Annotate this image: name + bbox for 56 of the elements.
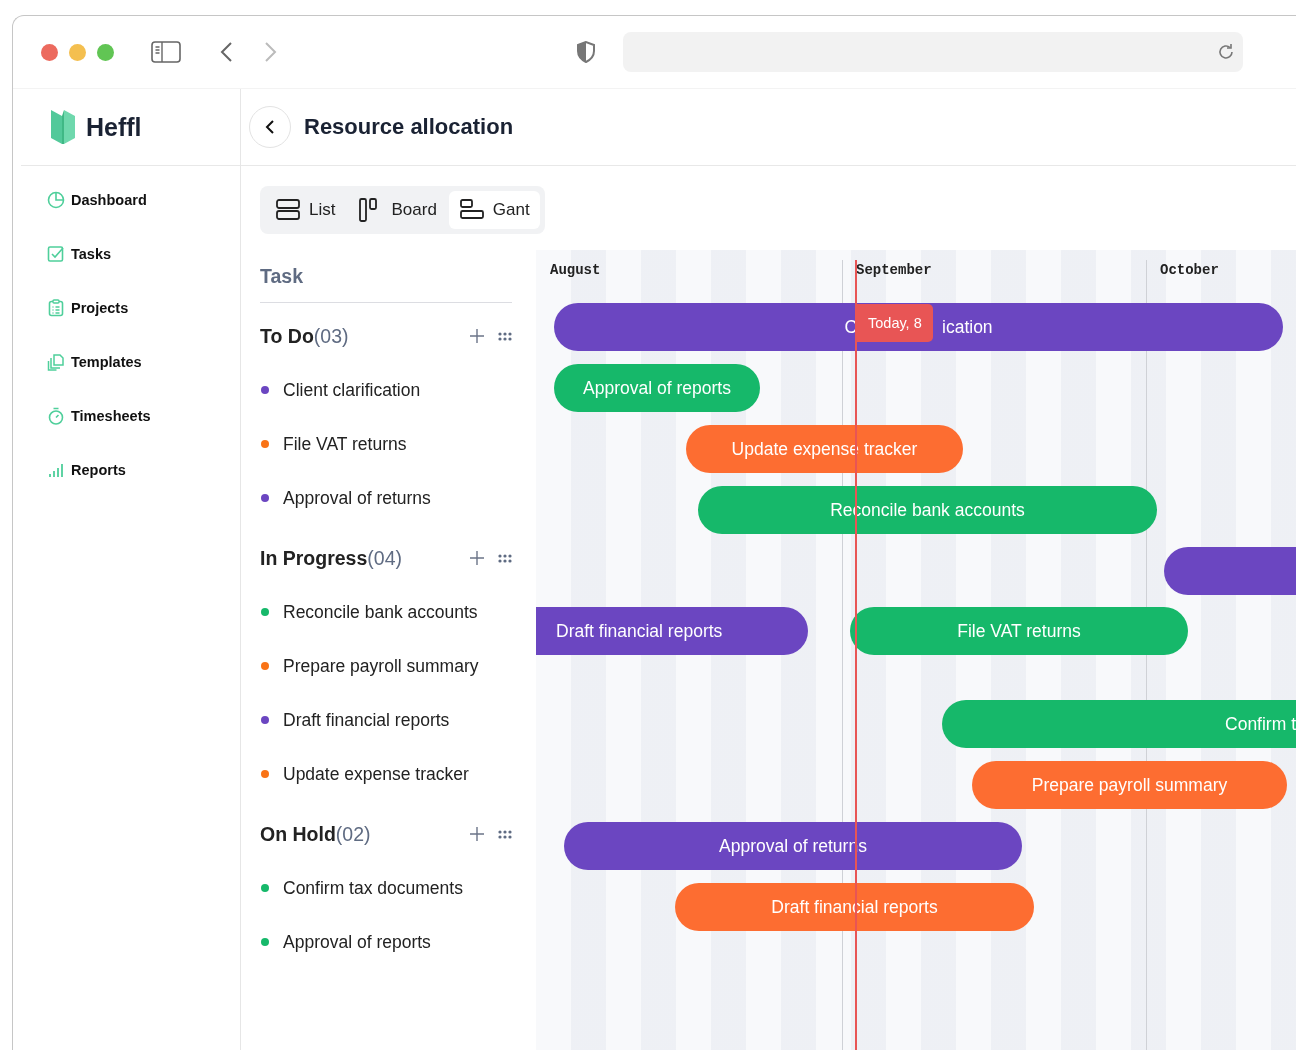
nav-item[interactable]: Tasks [46, 239, 240, 293]
month-label: October [1160, 262, 1219, 278]
group-name: On Hold [260, 822, 336, 846]
nav-icon [46, 244, 66, 264]
group-name: To Do [260, 324, 314, 348]
task-name[interactable]: Client clarification [283, 379, 421, 401]
task-bar[interactable]: Draft financial reports [536, 607, 808, 655]
nav-icon [46, 298, 66, 318]
task-name[interactable]: Reconcile bank accounts [283, 601, 478, 623]
month-label: September [856, 262, 932, 278]
group-count: (03) [313, 324, 349, 348]
nav-item[interactable]: Templates [46, 347, 240, 401]
group-count: (04) [367, 546, 402, 570]
add-icon[interactable] [470, 827, 484, 841]
task-name[interactable]: File VAT returns [283, 433, 407, 455]
back-button[interactable] [249, 106, 291, 148]
nav-icon [46, 190, 66, 210]
task-name[interactable]: Prepare payroll summary [283, 655, 479, 677]
grip-icon[interactable] [498, 553, 512, 563]
minimize-button[interactable] [69, 43, 86, 61]
reload-icon[interactable] [1217, 43, 1235, 61]
view-tab[interactable]: Gant [448, 191, 540, 229]
chevron-icon [265, 119, 275, 135]
close-button[interactable] [41, 43, 58, 61]
task-name[interactable]: Draft financial reports [283, 709, 450, 731]
group-name: In Progress [260, 546, 368, 570]
forward-icon[interactable] [264, 41, 278, 63]
logo-icon [50, 108, 76, 146]
task-name[interactable]: Approval of reports [283, 931, 431, 953]
nav-icon [46, 406, 66, 426]
nav-item[interactable]: Timesheets [46, 401, 240, 455]
task-bar[interactable] [1164, 547, 1296, 595]
zoom-button[interactable] [97, 43, 114, 61]
grip-icon[interactable] [498, 331, 512, 341]
back-icon[interactable] [219, 41, 233, 63]
app-name: Heffl [86, 112, 142, 142]
nav-item[interactable]: Dashboard [46, 185, 240, 239]
view-tab[interactable]: List [265, 191, 346, 229]
view-icon [275, 197, 301, 223]
nav-item[interactable]: Reports [46, 455, 240, 509]
task-name[interactable]: Confirm tax documents [283, 877, 463, 899]
group-count: (02) [335, 822, 371, 846]
sidebar-icon[interactable] [151, 41, 181, 63]
task-name[interactable]: Update expense tracker [283, 763, 469, 785]
column-header: Task [260, 264, 303, 288]
today-label: Today, 8 [856, 304, 933, 342]
view-tab[interactable]: Board [347, 191, 447, 229]
add-icon[interactable] [470, 551, 484, 565]
add-icon[interactable] [470, 329, 484, 343]
shield-icon[interactable] [576, 40, 596, 64]
page-title: Resource allocation [304, 114, 514, 140]
month-label: August [550, 262, 601, 278]
nav-icon [46, 352, 66, 372]
grip-icon[interactable] [498, 829, 512, 839]
nav-item[interactable]: Projects [46, 293, 240, 347]
task-name[interactable]: Approval of returns [283, 487, 431, 509]
